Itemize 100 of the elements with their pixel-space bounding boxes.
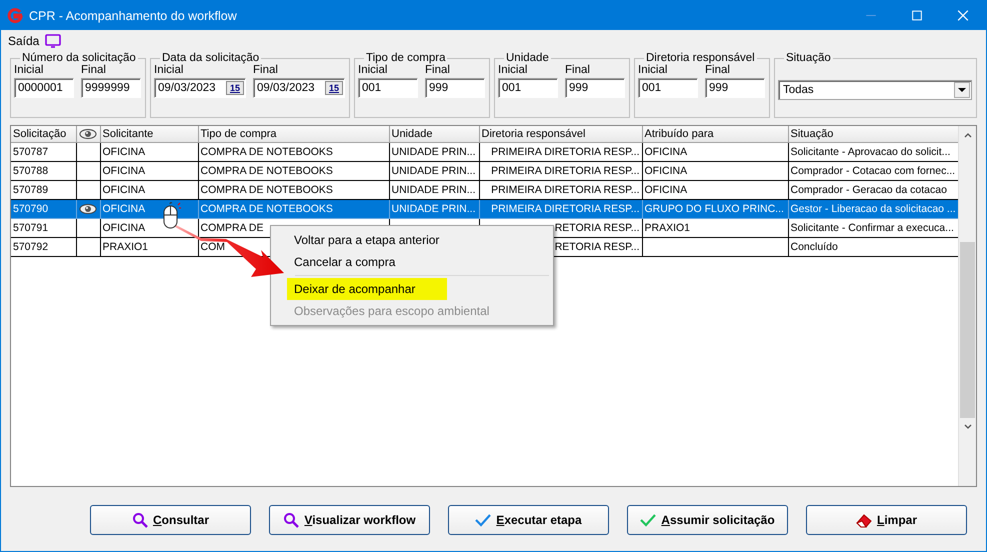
action-button[interactable]: Assumir solicitação (627, 505, 788, 535)
group-label: Unidade (505, 52, 550, 64)
input-field[interactable]: 999 (425, 78, 485, 98)
window-title: CPR - Acompanhamento do workflow (29, 8, 238, 22)
date-field[interactable]: 09/03/2023 15 (154, 78, 246, 98)
table-cell: PRIMEIRA DIRETORIA RESP... (491, 146, 640, 158)
field-label: Inicial (498, 64, 528, 76)
column-header[interactable]: Situação (788, 126, 958, 142)
table-cell: OFICINA (644, 165, 688, 177)
field-label: Final (425, 64, 451, 76)
table-cell: OFICINA (102, 146, 146, 158)
table-cell: Solicitante - Aprovacao do solicit... (790, 146, 950, 158)
table-cell: 570790 (13, 203, 48, 215)
group-label: Número da solicitação (21, 52, 137, 64)
table-row[interactable]: 570788 OFICINA COMPRA DE NOTEBOOKS UNIDADE PRIN... PRIMEIRA DIRETORIA RESP... OFICINA Comprador - Cotacao com fornec... (11, 162, 958, 180)
table-cell: UNIDADE PRIN... (392, 184, 476, 196)
table-cell: COMPRA DE NOTEBOOKS (200, 165, 333, 177)
column-header[interactable]: Diretoria responsável (479, 126, 642, 142)
field-label: Inicial (14, 64, 44, 76)
table-cell: RETORIA RESP... (554, 241, 640, 253)
table-cell: PRAXIO1 (644, 222, 690, 234)
app-logo-icon (7, 8, 23, 24)
check-icon (640, 512, 656, 528)
action-button[interactable]: Consultar (90, 505, 251, 535)
input-field[interactable]: 001 (498, 78, 558, 98)
table-cell: Gestor - Liberacao da solicitacao ... (790, 203, 956, 215)
field-label: Inicial (638, 64, 668, 76)
table-cell: UNIDADE PRIN... (392, 165, 476, 177)
column-header[interactable]: Solicitação (11, 126, 76, 142)
column-header[interactable]: Unidade (389, 126, 479, 142)
table-cell: PRIMEIRA DIRETORIA RESP... (491, 184, 640, 196)
table-cell: 570787 (13, 146, 48, 158)
table-cell: OFICINA (102, 222, 146, 234)
column-header[interactable] (76, 126, 100, 142)
action-button[interactable]: Visualizar workflow (269, 505, 430, 535)
field-label: Final (253, 64, 279, 76)
action-button[interactable]: Limpar (806, 505, 967, 535)
action-button[interactable]: Executar etapa (448, 505, 609, 535)
table-cell: COMPRA DE NOTEBOOKS (200, 146, 333, 158)
date-field[interactable]: 09/03/2023 15 (253, 78, 345, 98)
table-cell: PRIMEIRA DIRETORIA RESP... (491, 165, 640, 177)
input-field[interactable]: 999 (705, 78, 765, 98)
column-header[interactable]: Solicitante (100, 126, 198, 142)
scroll-down-icon[interactable] (962, 423, 972, 431)
scrollbar[interactable] (958, 126, 976, 486)
group-label: Tipo de compra (365, 52, 446, 64)
table-cell: UNIDADE PRIN... (392, 146, 476, 158)
group-label: Situação (785, 52, 832, 64)
menu-item[interactable]: Cancelar a compra (294, 251, 396, 273)
input-field[interactable]: 999 (565, 78, 625, 98)
eye-icon (79, 128, 97, 140)
table-cell: GRUPO DO FLUXO PRINC... (644, 203, 784, 215)
table-cell: Concluído (790, 241, 838, 253)
table-cell: UNIDADE PRIN... (392, 203, 476, 215)
table-cell: Comprador - Geracao da cotacao (790, 184, 947, 196)
table-cell: PRIMEIRA DIRETORIA RESP... (491, 203, 640, 215)
table-cell: OFICINA (102, 203, 146, 215)
monitor-icon[interactable] (45, 34, 62, 48)
column-header[interactable]: Atribuído para (642, 126, 788, 142)
field-label: Inicial (154, 64, 184, 76)
input-field[interactable]: 0000001 (14, 78, 74, 98)
field-label: Final (565, 64, 591, 76)
status-dropdown[interactable]: Todas (778, 80, 972, 100)
calendar-button[interactable]: 15 (324, 81, 343, 95)
table-cell: OFICINA (102, 165, 146, 177)
table-cell: OFICINA (644, 146, 688, 158)
scroll-up-icon[interactable] (962, 131, 972, 139)
table-cell: COMPRA DE NOTEBOOKS (200, 184, 333, 196)
calendar-button[interactable]: 15 (226, 81, 244, 95)
table-row[interactable]: 570787 OFICINA COMPRA DE NOTEBOOKS UNIDADE PRIN... PRIMEIRA DIRETORIA RESP... OFICINA Solicitante - Aprovacao do solicit... (11, 142, 958, 162)
table-cell: Comprador - Cotacao com fornec... (790, 165, 956, 177)
input-field[interactable]: 001 (638, 78, 698, 98)
eraser-icon (856, 512, 872, 528)
search-icon (132, 512, 148, 528)
table-cell: 570791 (13, 222, 48, 234)
menu-item[interactable]: Saída (8, 34, 40, 48)
table-cell: COMPRA DE NOTEBOOKS (200, 203, 333, 215)
input-field[interactable]: 001 (358, 78, 418, 98)
table-cell: Solicitante - Confirmar a execuca... (790, 222, 954, 234)
group-label: Data da solicitação (161, 52, 260, 64)
column-header[interactable]: Tipo de compra (198, 126, 389, 142)
search-icon (283, 512, 300, 528)
table-cell: COMPRA DE (200, 222, 264, 234)
table-cell: 570788 (13, 165, 48, 177)
field-label: Final (705, 64, 731, 76)
table-row[interactable]: 570790 OFICINA COMPRA DE NOTEBOOKS UNIDADE PRIN... PRIMEIRA DIRETORIA RESP... GRUPO DO FLUXO PRINC... Gestor - Liberacao da solicitacao ... (11, 200, 958, 218)
table-cell: PRAXIO1 (102, 241, 148, 253)
check-icon (475, 512, 492, 528)
input-field[interactable]: 9999999 (81, 78, 141, 98)
field-label: Inicial (358, 64, 388, 76)
table-cell: 570789 (13, 184, 48, 196)
group-label: Diretoria responsável (645, 52, 756, 64)
table-cell: OFICINA (644, 184, 688, 196)
menu-item[interactable]: Deixar de acompanhar (287, 278, 448, 300)
table-cell: OFICINA (102, 184, 146, 196)
table-cell: 570792 (13, 241, 48, 253)
table-cell: COM (200, 241, 225, 253)
scrollbar-thumb[interactable] (960, 242, 975, 418)
field-label: Final (81, 64, 107, 76)
table-cell: RETORIA RESP... (554, 222, 640, 234)
